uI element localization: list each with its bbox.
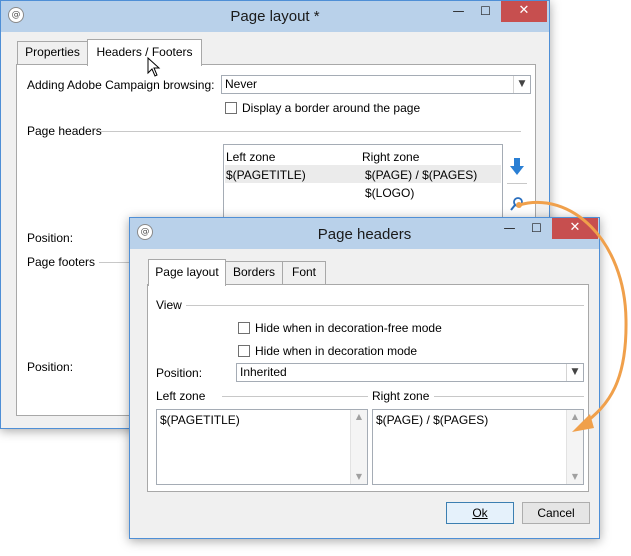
chevron-down-icon[interactable]: ▼	[566, 364, 583, 381]
right-zone-label: Right zone	[372, 389, 430, 403]
hide-decoration-free-checkbox[interactable]	[238, 322, 250, 334]
cancel-button[interactable]: Cancel	[522, 502, 590, 524]
left-zone-scrollbar[interactable]: ▲ ▼	[350, 410, 367, 484]
column-header-left-zone[interactable]: Left zone	[226, 150, 275, 164]
position-value: Inherited	[240, 365, 287, 379]
ok-button[interactable]: Ok	[446, 502, 514, 524]
hide-decoration-label[interactable]: Hide when in decoration mode	[255, 344, 417, 358]
browsing-label: Adding Adobe Campaign browsing:	[27, 78, 215, 92]
cancel-button-label: Cancel	[537, 506, 575, 520]
tab-headers-footers[interactable]: Headers / Footers	[87, 39, 202, 66]
scroll-up-icon[interactable]: ▲	[351, 410, 367, 424]
page-headers-label: Page headers	[27, 124, 102, 138]
move-down-button[interactable]	[509, 157, 525, 177]
page-footers-divider	[99, 262, 129, 263]
right-zone-textarea[interactable]: $(PAGE) / $(PAGES) ▲ ▼	[372, 409, 584, 485]
position-select[interactable]: Inherited ▼	[236, 363, 584, 382]
table-row[interactable]: $(LOGO)	[225, 183, 501, 201]
browsing-select[interactable]: Never ▼	[221, 75, 531, 94]
maximize-button[interactable]: ☐	[472, 1, 499, 22]
close-button[interactable]: ✕	[552, 218, 598, 239]
detail-button[interactable]	[509, 196, 525, 212]
page-footers-label: Page footers	[27, 255, 96, 269]
title-bar[interactable]: @ Page layout * — ☐ ✕	[1, 1, 549, 32]
close-button[interactable]: ✕	[501, 1, 547, 22]
tab-font[interactable]: Font	[282, 261, 326, 284]
maximize-button[interactable]: ☐	[523, 218, 550, 239]
row-cell-right: $(LOGO)	[365, 186, 415, 200]
footer-position-label: Position:	[27, 360, 74, 374]
left-zone-label: Left zone	[156, 389, 206, 403]
tab-borders[interactable]: Borders	[225, 261, 283, 284]
mouse-cursor-icon	[147, 57, 161, 77]
hide-decoration-checkbox[interactable]	[238, 345, 250, 357]
page-headers-dialog: @ Page headers — ☐ ✕ Page layout Borders…	[129, 217, 600, 539]
toolbar-divider	[507, 183, 527, 184]
left-zone-textarea[interactable]: $(PAGETITLE) ▲ ▼	[156, 409, 368, 485]
row-cell-right: $(PAGE) / $(PAGES)	[365, 168, 478, 182]
right-zone-scrollbar[interactable]: ▲ ▼	[566, 410, 583, 484]
position-label: Position:	[156, 366, 203, 380]
row-cell-left: $(PAGETITLE)	[226, 168, 306, 182]
scroll-up-icon[interactable]: ▲	[567, 410, 583, 424]
view-divider	[186, 305, 584, 306]
headers-table[interactable]: Left zone Right zone $(PAGETITLE) $(PAGE…	[223, 144, 503, 224]
dialog-title-bar[interactable]: @ Page headers — ☐ ✕	[130, 218, 599, 249]
browsing-value: Never	[225, 77, 258, 91]
border-checkbox[interactable]	[225, 102, 237, 114]
column-header-right-zone[interactable]: Right zone	[362, 150, 419, 164]
right-zone-divider	[434, 396, 584, 397]
page-headers-divider	[101, 131, 521, 132]
tab-properties[interactable]: Properties	[17, 41, 88, 64]
magnifier-icon	[510, 197, 523, 211]
minimize-button[interactable]: —	[445, 1, 472, 22]
minimize-button[interactable]: —	[496, 218, 523, 239]
ok-button-label: Ok	[472, 506, 488, 520]
left-zone-divider	[222, 396, 368, 397]
page-layout-panel: View Hide when in decoration-free mode H…	[147, 284, 589, 492]
arrow-down-icon	[510, 158, 524, 175]
left-zone-value: $(PAGETITLE)	[160, 413, 240, 427]
right-zone-value: $(PAGE) / $(PAGES)	[376, 413, 489, 427]
scroll-down-icon[interactable]: ▼	[351, 470, 367, 484]
border-checkbox-label[interactable]: Display a border around the page	[242, 101, 420, 115]
tab-page-layout[interactable]: Page layout	[148, 259, 226, 286]
table-row[interactable]: $(PAGETITLE) $(PAGE) / $(PAGES)	[225, 165, 501, 183]
hide-decoration-free-label[interactable]: Hide when in decoration-free mode	[255, 321, 442, 335]
scroll-down-icon[interactable]: ▼	[567, 470, 583, 484]
header-position-label: Position:	[27, 231, 74, 245]
chevron-down-icon[interactable]: ▼	[513, 76, 530, 93]
view-label: View	[156, 298, 182, 312]
